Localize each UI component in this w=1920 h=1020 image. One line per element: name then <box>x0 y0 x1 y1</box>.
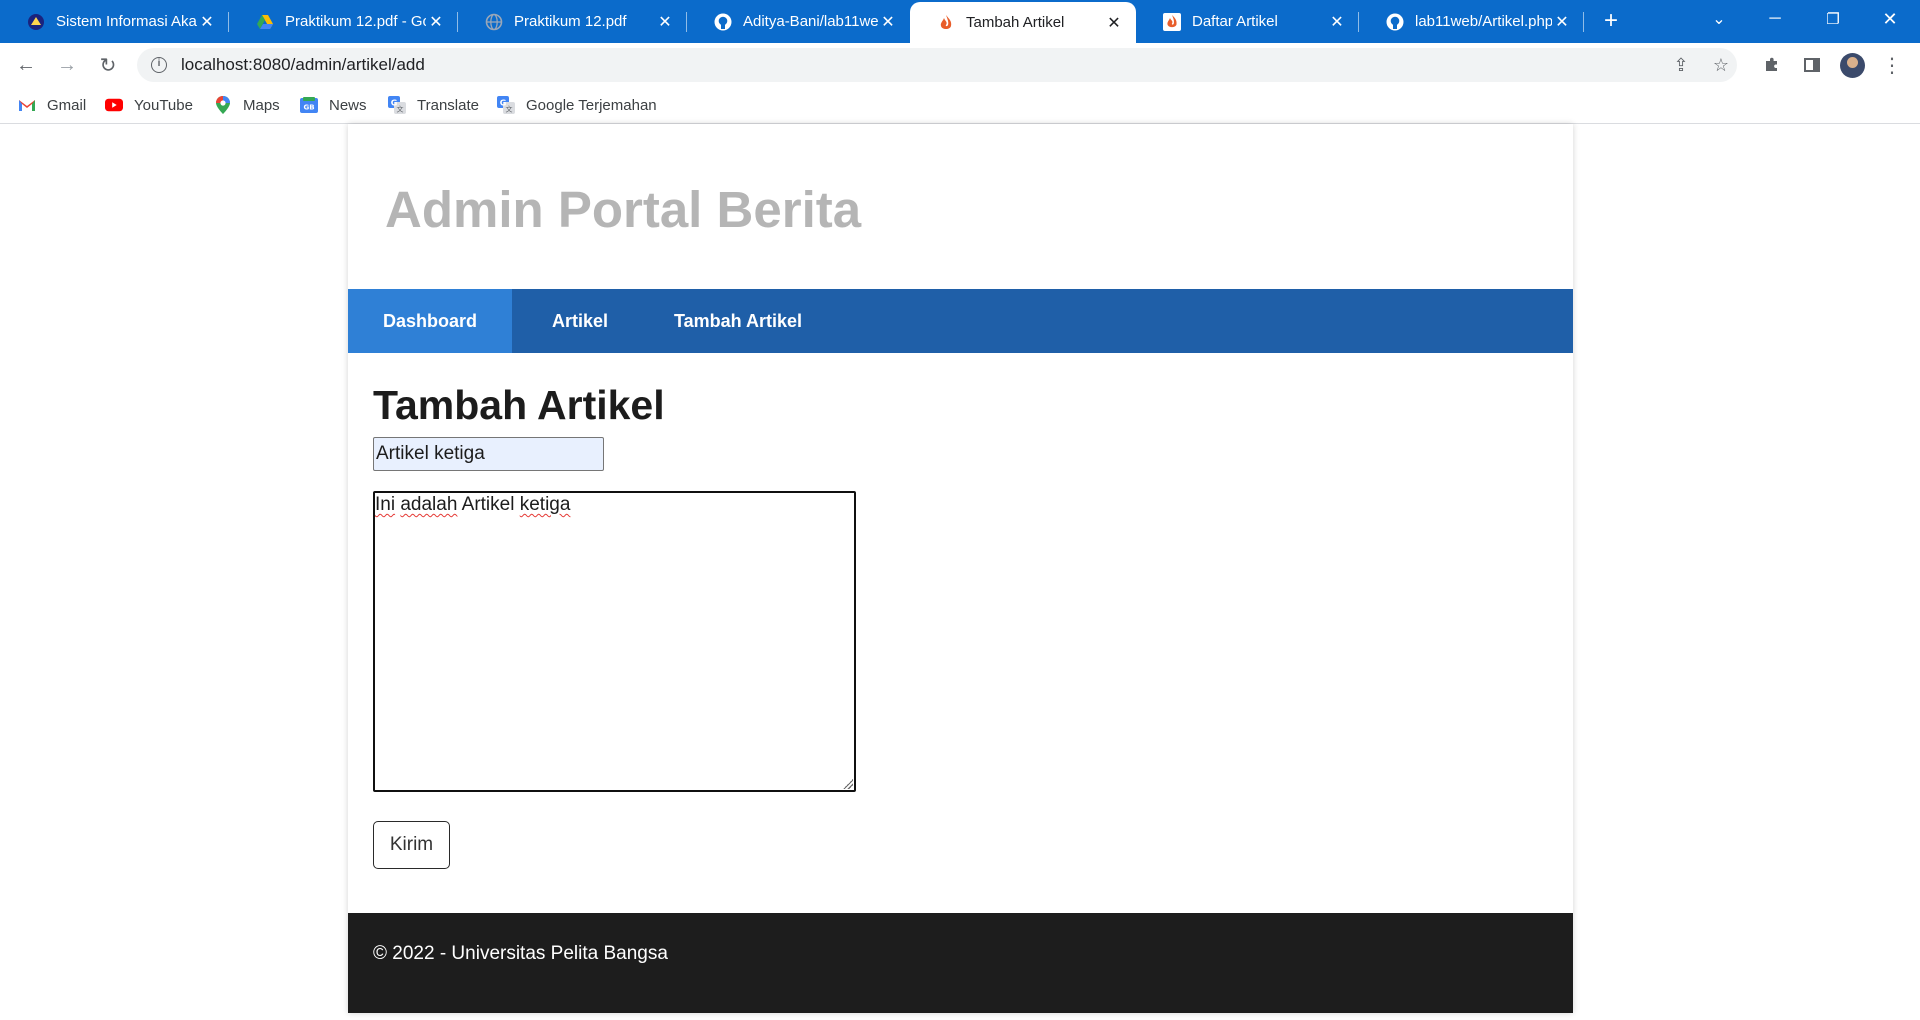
tab-label: Sistem Informasi Akad <box>56 13 197 30</box>
back-arrow-icon[interactable]: ← <box>12 51 40 79</box>
body-word: Artikel <box>461 494 515 515</box>
side-panel-icon[interactable] <box>1798 51 1826 79</box>
reload-icon[interactable]: ↻ <box>94 51 122 79</box>
article-title-input[interactable] <box>373 437 604 471</box>
tab-label: Daftar Artikel <box>1192 13 1278 30</box>
bookmarks-bar: Gmail YouTube Maps GB News G文 Translate … <box>0 87 1920 124</box>
profile-avatar[interactable] <box>1840 53 1865 78</box>
tab-label: Aditya-Bani/lab11web <box>743 13 878 30</box>
close-tab-icon[interactable]: ✕ <box>878 12 898 32</box>
svg-text:文: 文 <box>397 105 404 114</box>
tab-label: lab11web/Artikel.php <box>1415 13 1552 30</box>
close-window-icon[interactable]: ✕ <box>1867 0 1913 38</box>
tab-praktikum-pdf[interactable]: Praktikum 12.pdf ✕ <box>458 0 687 43</box>
bookmark-google-terjemahan[interactable]: G文 Google Terjemahan <box>497 87 657 123</box>
bookmark-label: Maps <box>243 96 280 114</box>
codeigniter-icon <box>1163 12 1181 31</box>
bookmark-label: Gmail <box>47 96 87 114</box>
bookmark-star-icon[interactable]: ☆ <box>1707 48 1735 82</box>
bookmark-label: Google Terjemahan <box>526 96 657 114</box>
site-footer: © 2022 - Universitas Pelita Bangsa <box>348 913 1573 1013</box>
body-word: Ini <box>375 494 396 515</box>
body-word: ketiga <box>519 494 571 515</box>
site-container: Admin Portal Berita Dashboard Artikel Ta… <box>348 124 1573 1013</box>
article-body-textarea[interactable]: Ini adalah Artikel ketiga <box>373 491 856 792</box>
textarea-resize-handle[interactable] <box>843 779 853 789</box>
address-bar[interactable]: i localhost:8080/admin/artikel/add ⇪ ☆ <box>137 48 1737 82</box>
page-title: Tambah Artikel <box>373 382 665 428</box>
tab-search-chevron-icon[interactable]: ⌄ <box>1696 0 1742 38</box>
body-word: adalah <box>400 494 458 515</box>
share-icon[interactable]: ⇪ <box>1667 48 1695 82</box>
bookmark-label: YouTube <box>134 96 193 114</box>
tab-sistem-informasi[interactable]: Sistem Informasi Akad ✕ <box>0 0 229 43</box>
bookmark-youtube[interactable]: YouTube <box>105 87 193 123</box>
bookmark-maps[interactable]: Maps <box>214 87 280 123</box>
svg-text:文: 文 <box>506 105 513 114</box>
new-tab-button[interactable]: + <box>1597 6 1625 36</box>
tab-artikel-php[interactable]: lab11web/Artikel.php ✕ <box>1359 0 1584 43</box>
close-tab-icon[interactable]: ✕ <box>1552 12 1572 32</box>
tab-praktikum-drive[interactable]: Praktikum 12.pdf - Go ✕ <box>229 0 458 43</box>
gmail-icon <box>18 96 36 114</box>
tab-tambah-artikel[interactable]: Tambah Artikel ✕ <box>910 2 1136 43</box>
bookmark-gmail[interactable]: Gmail <box>18 87 86 123</box>
footer-text: © 2022 - Universitas Pelita Bangsa <box>373 943 668 964</box>
close-tab-icon[interactable]: ✕ <box>426 12 446 32</box>
globe-icon <box>485 13 503 31</box>
browser-toolbar: ← → ↻ i localhost:8080/admin/artikel/add… <box>0 43 1920 87</box>
tab-github-repo[interactable]: Aditya-Bani/lab11web ✕ <box>687 0 910 43</box>
nav-item-dashboard[interactable]: Dashboard <box>348 289 512 353</box>
bookmark-label: Translate <box>417 96 479 114</box>
bookmark-translate[interactable]: G文 Translate <box>388 87 479 123</box>
nav-item-tambah-artikel[interactable]: Tambah Artikel <box>648 289 828 353</box>
university-favicon-icon <box>27 13 45 31</box>
tab-label: Praktikum 12.pdf - Go <box>285 13 426 30</box>
bookmark-label: News <box>329 96 367 114</box>
site-title: Admin Portal Berita <box>385 181 862 238</box>
bookmark-news[interactable]: GB News <box>300 87 367 123</box>
submit-button[interactable]: Kirim <box>373 821 450 869</box>
tab-label: Tambah Artikel <box>966 14 1065 31</box>
more-menu-icon[interactable]: ⋮ <box>1878 51 1906 79</box>
translate-icon: G文 <box>497 96 515 114</box>
close-tab-icon[interactable]: ✕ <box>1327 12 1347 32</box>
page-viewport: Admin Portal Berita Dashboard Artikel Ta… <box>0 124 1920 1020</box>
forward-arrow-icon[interactable]: → <box>53 51 81 79</box>
close-tab-icon[interactable]: ✕ <box>1104 13 1124 33</box>
tab-label: Praktikum 12.pdf <box>514 13 627 30</box>
site-info-icon[interactable]: i <box>151 57 167 73</box>
extensions-puzzle-icon[interactable] <box>1758 51 1786 79</box>
youtube-icon <box>105 96 123 114</box>
restore-icon[interactable]: ❐ <box>1810 0 1856 38</box>
codeigniter-icon <box>937 14 955 32</box>
close-tab-icon[interactable]: ✕ <box>197 12 217 32</box>
google-drive-icon <box>256 13 274 31</box>
close-tab-icon[interactable]: ✕ <box>655 12 675 32</box>
browser-tab-strip: Sistem Informasi Akad ✕ Praktikum 12.pdf… <box>0 0 1920 43</box>
news-icon: GB <box>300 96 318 114</box>
url-text: localhost:8080/admin/artikel/add <box>181 55 425 74</box>
main-nav: Dashboard Artikel Tambah Artikel <box>348 289 1573 353</box>
tab-daftar-artikel[interactable]: Daftar Artikel ✕ <box>1136 0 1359 43</box>
translate-icon: G文 <box>388 96 406 114</box>
svg-text:GB: GB <box>303 104 314 112</box>
github-icon <box>714 13 732 31</box>
maps-icon <box>214 96 232 114</box>
minimize-icon[interactable]: ─ <box>1752 0 1798 38</box>
github-icon <box>1386 13 1404 31</box>
nav-item-artikel[interactable]: Artikel <box>512 289 648 353</box>
